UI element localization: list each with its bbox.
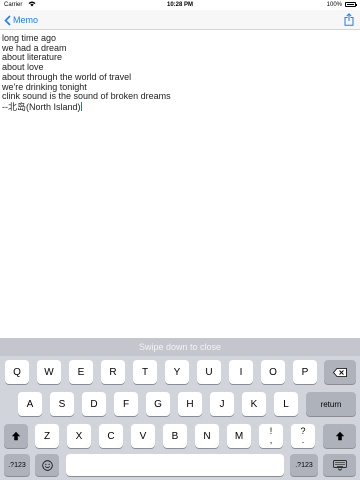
memo-line: --北岛(North Island) bbox=[2, 101, 352, 113]
text-cursor bbox=[80, 101, 82, 111]
shift-icon bbox=[11, 431, 21, 441]
key-r[interactable]: R bbox=[101, 360, 125, 384]
back-button[interactable]: Memo bbox=[4, 13, 38, 27]
key-e[interactable]: E bbox=[69, 360, 93, 384]
clock: 10:28 PM bbox=[166, 2, 193, 8]
key-d[interactable]: D bbox=[82, 392, 106, 416]
key-g[interactable]: G bbox=[146, 392, 170, 416]
backspace-key[interactable] bbox=[324, 360, 356, 384]
key-o[interactable]: O bbox=[261, 360, 285, 384]
memo-text-area[interactable]: long time ago we had a dream about liter… bbox=[2, 33, 352, 334]
shift-key-right[interactable] bbox=[323, 424, 356, 448]
key-h[interactable]: H bbox=[178, 392, 202, 416]
emoji-key[interactable] bbox=[35, 454, 59, 476]
key-l[interactable]: L bbox=[274, 392, 298, 416]
key-t[interactable]: T bbox=[133, 360, 157, 384]
navigation-bar: Memo bbox=[0, 10, 360, 30]
key-i[interactable]: I bbox=[229, 360, 253, 384]
key-comma-label: , bbox=[269, 435, 273, 445]
key-period-label: . bbox=[301, 435, 305, 445]
space-bar[interactable] bbox=[66, 454, 284, 476]
key-s[interactable]: S bbox=[50, 392, 74, 416]
chevron-left-icon bbox=[4, 14, 11, 26]
keyboard: Swipe down to close Q W E R T Y U I O P … bbox=[0, 338, 360, 480]
key-w[interactable]: W bbox=[37, 360, 61, 384]
status-bar: Carrier 10:28 PM 100% bbox=[0, 0, 360, 10]
return-key[interactable]: return bbox=[306, 392, 356, 416]
emoji-icon bbox=[41, 459, 53, 471]
key-j[interactable]: J bbox=[210, 392, 234, 416]
key-y[interactable]: Y bbox=[165, 360, 189, 384]
memo-line: about literature bbox=[2, 52, 63, 63]
key-exclaim-comma[interactable]: ! , bbox=[259, 424, 283, 448]
key-q[interactable]: Q bbox=[5, 360, 29, 384]
numbers-key-left[interactable]: .?123 bbox=[4, 454, 30, 476]
back-button-label: Memo bbox=[13, 15, 39, 25]
key-p[interactable]: P bbox=[293, 360, 317, 384]
memo-line-text: --北岛(North Island) bbox=[2, 101, 81, 112]
key-z[interactable]: Z bbox=[35, 424, 59, 448]
key-f[interactable]: F bbox=[114, 392, 138, 416]
keyboard-hint[interactable]: Swipe down to close bbox=[0, 338, 360, 356]
key-k[interactable]: K bbox=[242, 392, 266, 416]
key-x[interactable]: X bbox=[67, 424, 91, 448]
shift-key-left[interactable] bbox=[4, 424, 28, 448]
shift-icon bbox=[335, 431, 344, 441]
key-a[interactable]: A bbox=[18, 392, 42, 416]
backspace-icon bbox=[333, 367, 347, 377]
key-u[interactable]: U bbox=[197, 360, 221, 384]
battery-percent: 100% bbox=[326, 2, 342, 8]
key-m[interactable]: M bbox=[227, 424, 251, 448]
key-b[interactable]: B bbox=[163, 424, 187, 448]
keyboard-icon bbox=[332, 459, 347, 471]
battery-icon bbox=[345, 2, 357, 7]
key-question-period[interactable]: ? . bbox=[291, 424, 315, 448]
numbers-key-right[interactable]: .?123 bbox=[290, 454, 318, 476]
key-n[interactable]: N bbox=[195, 424, 219, 448]
share-icon[interactable] bbox=[344, 13, 354, 26]
hide-keyboard-key[interactable] bbox=[323, 454, 356, 476]
memo-line: clink sound is the sound of broken dream… bbox=[2, 91, 171, 102]
key-c[interactable]: C bbox=[99, 424, 123, 448]
key-v[interactable]: V bbox=[131, 424, 155, 448]
